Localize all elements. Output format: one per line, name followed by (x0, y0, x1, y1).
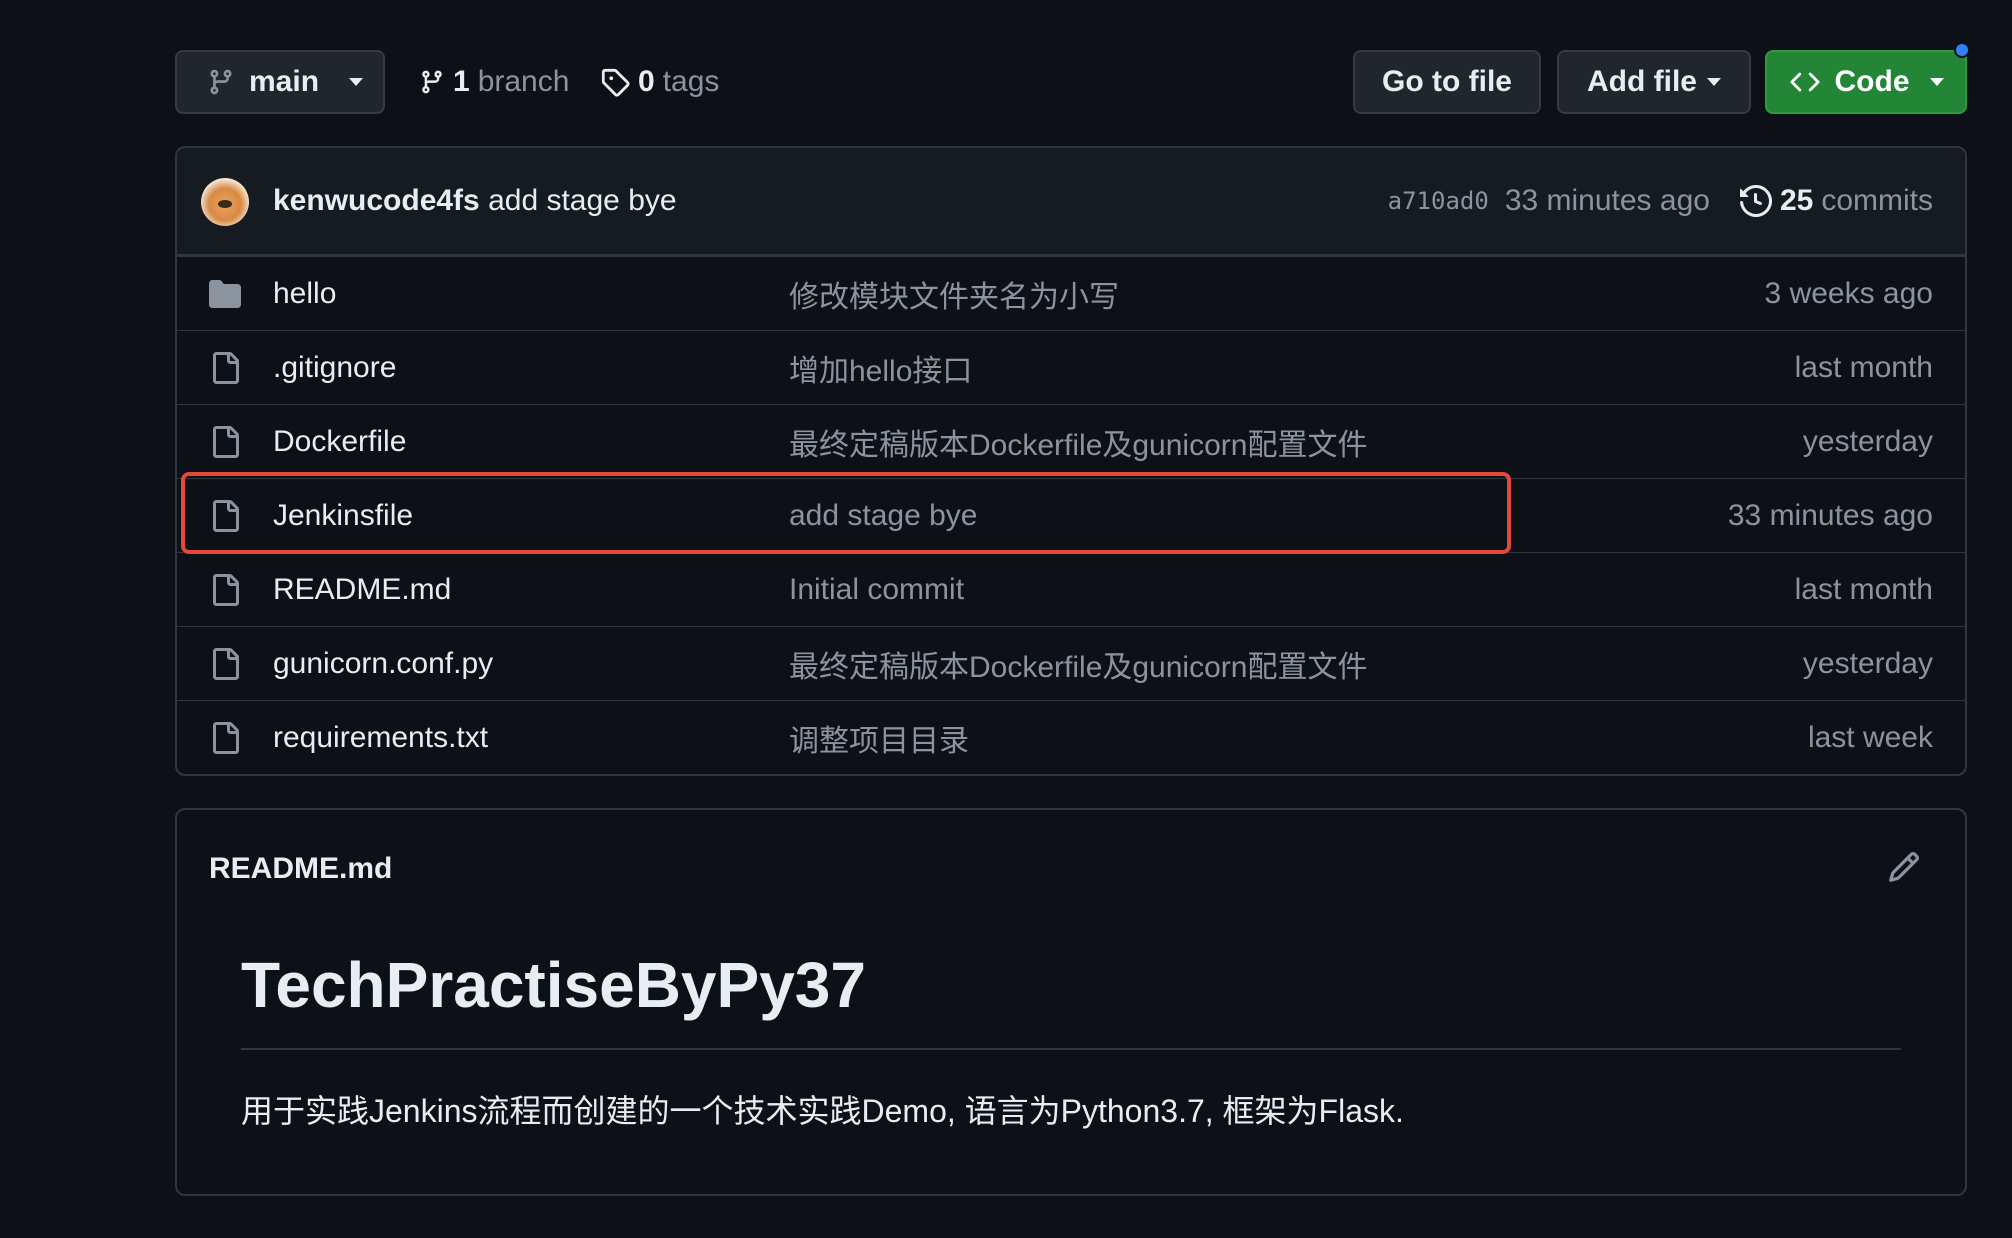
code-button[interactable]: Code (1765, 50, 1967, 114)
repo-toolbar: main 1 branch 0 tags Go to file Add file… (175, 42, 1970, 114)
file-commit-date: last month (1794, 572, 1933, 606)
tag-count: 0 (638, 65, 655, 98)
file-row-gitignore[interactable]: .gitignore 增加hello接口 last month (177, 330, 1965, 404)
commit-sha-link[interactable]: a710ad0 (1388, 187, 1489, 215)
branches-link[interactable]: 1 branch (419, 50, 569, 114)
file-row-gunicorn-conf[interactable]: gunicorn.conf.py 最终定稿版本Dockerfile及gunico… (177, 626, 1965, 700)
file-name[interactable]: README.md (273, 573, 451, 607)
tags-link[interactable]: 0 tags (600, 50, 719, 114)
commit-message-link[interactable]: add stage bye (488, 184, 676, 217)
git-branch-icon (422, 70, 442, 94)
file-browser: kenwucode4fs add stage bye a710ad0 33 mi… (175, 146, 1967, 776)
readme-divider (241, 1048, 1901, 1050)
file-commit-message[interactable]: add stage bye (789, 499, 977, 533)
file-row-jenkinsfile[interactable]: Jenkinsfile add stage bye 33 minutes ago (177, 478, 1965, 552)
chevron-down-icon (1707, 78, 1721, 86)
file-icon (213, 352, 239, 384)
file-commit-date: last week (1807, 720, 1933, 754)
file-icon (213, 574, 239, 606)
file-commit-date: yesterday (1802, 646, 1933, 680)
file-row-hello[interactable]: hello 修改模块文件夹名为小写 3 weeks ago (177, 256, 1965, 330)
file-commit-message[interactable]: 最终定稿版本Dockerfile及gunicorn配置文件 (789, 642, 1367, 686)
chevron-down-icon (349, 78, 364, 86)
history-icon (1739, 185, 1772, 217)
file-row-requirements[interactable]: requirements.txt 调整项目目录 last week (177, 700, 1965, 774)
file-name[interactable]: .gitignore (273, 351, 396, 385)
readme-panel: README.md TechPractiseByPy37 用于实践Jenkins… (175, 808, 1967, 1196)
latest-commit-message: kenwucode4fs add stage bye (273, 184, 677, 218)
readme-filename[interactable]: README.md (209, 852, 392, 886)
commits-history-link[interactable]: 25 commits (1739, 184, 1933, 218)
add-file-button[interactable]: Add file (1557, 50, 1751, 114)
avatar[interactable] (201, 178, 249, 226)
readme-heading: TechPractiseByPy37 (241, 949, 866, 1021)
file-commit-message[interactable]: 增加hello接口 (789, 346, 972, 390)
branch-label: main (249, 65, 320, 98)
file-name[interactable]: Dockerfile (273, 425, 406, 459)
file-icon (213, 426, 239, 458)
commit-author-link[interactable]: kenwucode4fs (273, 184, 480, 217)
file-commit-date: 3 weeks ago (1764, 276, 1933, 310)
commit-word: commits (1821, 184, 1933, 217)
file-icon (213, 648, 239, 680)
latest-commit-bar: kenwucode4fs add stage bye a710ad0 33 mi… (177, 148, 1965, 256)
file-icon (213, 500, 239, 532)
branch-count: 1 (453, 65, 470, 98)
file-name[interactable]: requirements.txt (273, 721, 488, 755)
readme-paragraph: 用于实践Jenkins流程而创建的一个技术实践Demo, 语言为Python3.… (241, 1093, 1404, 1129)
file-commit-message[interactable]: 调整项目目录 (789, 716, 969, 760)
file-row-readme[interactable]: README.md Initial commit last month (177, 552, 1965, 626)
tag-icon (601, 68, 630, 97)
notification-dot (1954, 42, 1970, 58)
go-to-file-label: Go to file (1382, 65, 1512, 98)
file-name[interactable]: Jenkinsfile (273, 499, 413, 533)
file-commit-date: 33 minutes ago (1727, 498, 1933, 532)
file-commit-message[interactable]: 修改模块文件夹名为小写 (789, 272, 1119, 316)
tag-word: tags (662, 65, 720, 98)
pencil-icon[interactable] (1887, 850, 1921, 884)
file-commit-date: last month (1794, 350, 1933, 384)
commit-meta: a710ad0 33 minutes ago 25 commits (1388, 184, 1933, 218)
file-commit-message[interactable]: 最终定稿版本Dockerfile及gunicorn配置文件 (789, 420, 1367, 464)
git-branch-icon (210, 69, 232, 95)
code-icon (1789, 72, 1820, 92)
file-name[interactable]: hello (273, 277, 336, 311)
chevron-down-icon (1929, 78, 1944, 86)
branch-select-button[interactable]: main (175, 50, 385, 114)
file-icon (213, 722, 239, 754)
go-to-file-button[interactable]: Go to file (1353, 50, 1541, 114)
folder-icon (209, 280, 241, 308)
branch-word: branch (477, 65, 570, 98)
file-commit-date: yesterday (1802, 424, 1933, 458)
file-row-dockerfile[interactable]: Dockerfile 最终定稿版本Dockerfile及gunicorn配置文件… (177, 404, 1965, 478)
commit-time: 33 minutes ago (1504, 184, 1710, 217)
file-commit-message[interactable]: Initial commit (789, 573, 964, 607)
file-name[interactable]: gunicorn.conf.py (273, 647, 493, 681)
commit-count: 25 (1779, 184, 1814, 217)
add-file-label: Add file (1587, 65, 1697, 98)
code-label: Code (1834, 65, 1910, 98)
